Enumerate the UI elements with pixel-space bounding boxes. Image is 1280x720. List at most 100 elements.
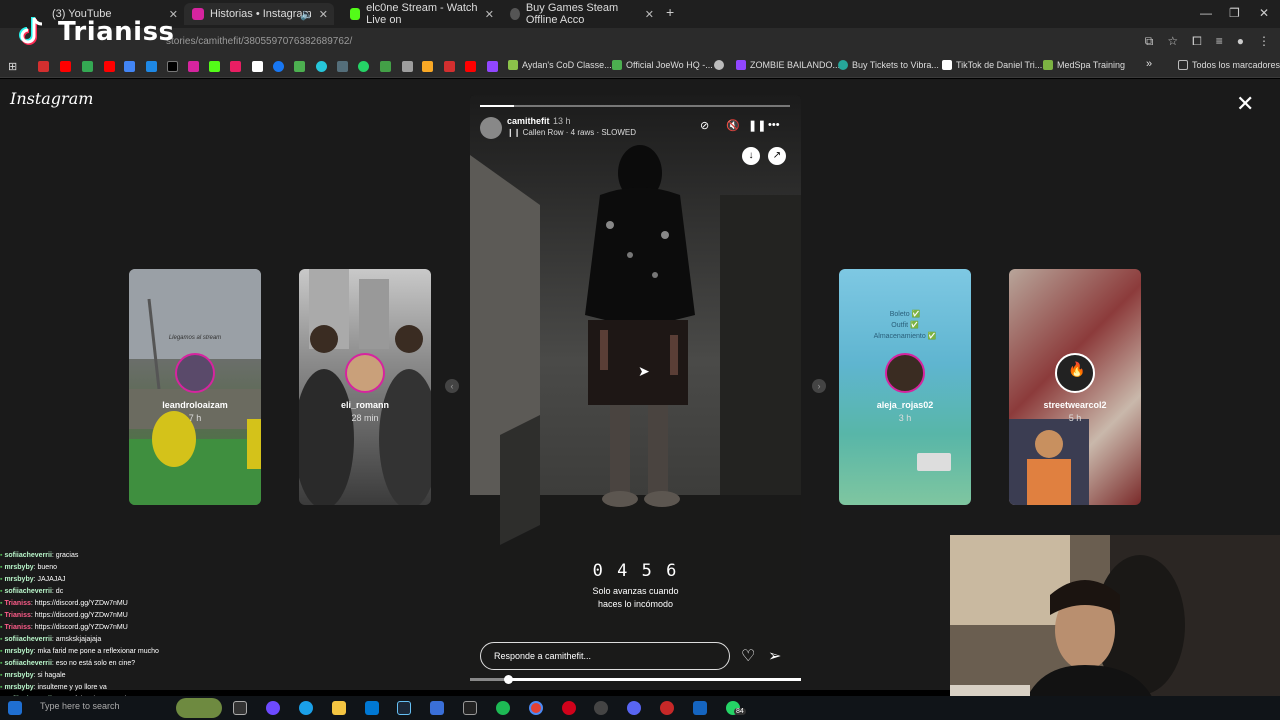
more-options-icon[interactable]: ••• xyxy=(768,119,780,131)
task-view-icon[interactable] xyxy=(233,701,247,715)
bookmark-joewo[interactable]: Official JoeWo HQ -... xyxy=(612,60,713,70)
whatsapp-icon[interactable] xyxy=(358,61,369,72)
bookmark-medspa[interactable]: MedSpa Training xyxy=(1043,60,1125,70)
twitch-icon[interactable] xyxy=(487,61,498,72)
app-icon[interactable] xyxy=(660,701,674,715)
seek-bar-handle[interactable] xyxy=(504,675,513,684)
story-song[interactable]: ❙❙ Callen Row · 4 raws · SLOWED xyxy=(507,128,636,137)
media-icon[interactable]: ≡ xyxy=(1216,34,1223,49)
security-shield-icon[interactable] xyxy=(693,701,707,715)
minimize-icon[interactable]: — xyxy=(1200,6,1212,20)
chat-message: ▪ mrsbyby: mka farid me pone a reflexion… xyxy=(0,646,200,658)
opera-icon[interactable] xyxy=(562,701,576,715)
new-tab-button[interactable]: + xyxy=(666,4,674,20)
store-icon[interactable] xyxy=(430,701,444,715)
extensions-icon[interactable]: ⧠ xyxy=(1192,34,1202,49)
close-tab-icon[interactable]: ✕ xyxy=(485,8,494,21)
pause-icon[interactable]: ❚❚ xyxy=(748,119,766,132)
chat-username: Trianiss xyxy=(4,612,31,619)
weather-widget-icon[interactable] xyxy=(176,698,222,718)
bookmark-tiktok[interactable]: TikTok de Daniel Tri... xyxy=(942,60,1042,70)
bookmark-star-icon[interactable]: ☆ xyxy=(1167,34,1178,49)
avatar[interactable] xyxy=(480,117,502,139)
reply-input[interactable]: Responde a camithefit... xyxy=(480,642,730,670)
captions-off-icon[interactable]: ⊘ xyxy=(700,119,709,132)
more-bookmarks-button[interactable]: » xyxy=(1146,58,1152,70)
share-icon[interactable]: ↗ xyxy=(768,147,786,165)
youtube-icon[interactable] xyxy=(60,61,71,72)
kick-icon[interactable] xyxy=(209,61,220,72)
translate-icon[interactable] xyxy=(124,61,135,72)
bookmark-icon[interactable] xyxy=(294,61,305,72)
video-seek-bar[interactable] xyxy=(470,675,801,684)
next-story-button[interactable]: › xyxy=(812,379,826,393)
mute-icon[interactable]: 🔇 xyxy=(726,119,740,132)
apps-grid-icon[interactable]: ⊞ xyxy=(8,60,17,73)
tab-steam[interactable]: Buy Games Steam Offline Acco ✕ xyxy=(502,2,660,26)
close-icon[interactable]: ✕ xyxy=(1236,93,1254,115)
drive-icon[interactable] xyxy=(146,61,157,72)
tab-kick[interactable]: elc0ne Stream - Watch Live on ✕ xyxy=(342,2,500,26)
send-icon[interactable]: ➢ xyxy=(768,646,781,666)
story-preview-card[interactable]: 🔥 streetwearcol2 5 h xyxy=(1009,269,1141,505)
like-heart-icon[interactable]: ♡ xyxy=(741,646,755,666)
bookmark-icon[interactable] xyxy=(402,61,413,72)
youtube-icon[interactable] xyxy=(465,61,476,72)
gmail-icon[interactable] xyxy=(444,61,455,72)
story-preview-card[interactable]: eli_romann 28 min xyxy=(299,269,431,505)
menu-icon[interactable]: ⋮ xyxy=(1258,34,1270,49)
bookmark-aydan[interactable]: Aydan's CoD Classe... xyxy=(508,60,612,70)
facebook-icon[interactable] xyxy=(273,61,284,72)
x-icon[interactable] xyxy=(167,61,178,72)
profile-icon[interactable]: ● xyxy=(1237,34,1244,49)
chat-message: ▪ Trianiss: https://discord.gg/YZDw7nMU xyxy=(0,610,200,622)
windows-start-icon[interactable] xyxy=(8,701,22,715)
all-bookmarks-folder[interactable]: Todos los marcadores xyxy=(1178,60,1280,70)
restore-icon[interactable]: ❐ xyxy=(1229,6,1240,20)
instagram-icon[interactable] xyxy=(188,61,199,72)
edge-icon[interactable] xyxy=(299,701,313,715)
youtube-icon[interactable] xyxy=(104,61,115,72)
taskbar-search[interactable]: Type here to search xyxy=(40,701,120,711)
url-field[interactable]: stories/camithefit/3805597076382689762/ xyxy=(166,36,352,47)
close-window-icon[interactable]: ✕ xyxy=(1259,6,1269,20)
chrome-icon[interactable] xyxy=(529,701,543,715)
chat-text: si hagale xyxy=(37,672,66,679)
previous-story-button[interactable]: ‹ xyxy=(445,379,459,393)
story-username[interactable]: camithefit xyxy=(507,116,550,126)
install-icon[interactable]: ⧉ xyxy=(1145,34,1154,49)
outlook-icon[interactable] xyxy=(365,701,379,715)
bookmark-vibra[interactable]: Buy Tickets to Vibra... xyxy=(838,60,939,70)
close-tab-icon[interactable]: ✕ xyxy=(645,8,654,21)
bookmark-icon[interactable] xyxy=(230,61,241,72)
bookmark-pin[interactable] xyxy=(714,60,724,70)
obs-icon[interactable] xyxy=(594,701,608,715)
maps-icon[interactable] xyxy=(82,61,93,72)
address-bar-actions: ⧉ ☆ ⧠ ≡ ● ⋮ xyxy=(1145,34,1270,49)
bookmark-icon[interactable] xyxy=(337,61,348,72)
bookmark-zombie[interactable]: ZOMBIE BAILANDO... xyxy=(736,60,840,70)
bookmark-icon[interactable] xyxy=(380,61,391,72)
app-icon[interactable] xyxy=(463,701,477,715)
instagram-logo[interactable]: Instagram xyxy=(10,89,93,108)
bookmarks-bar: ⊞ Aydan's CoD Classe... Official JoeWo H… xyxy=(0,56,1280,78)
chat-username: mrsbyby xyxy=(4,576,34,583)
chat-text: https://discord.gg/YZDw7nMU xyxy=(34,612,128,619)
steam-icon[interactable] xyxy=(397,701,411,715)
bookmark-icon[interactable] xyxy=(422,61,433,72)
spotify-icon[interactable] xyxy=(496,701,510,715)
close-tab-icon[interactable]: ✕ xyxy=(319,8,328,21)
tab-instagram[interactable]: Historias • Instagram 🔈 ✕ xyxy=(184,3,334,25)
bookmark-icon[interactable] xyxy=(316,61,327,72)
story-preview-card[interactable]: Llegamos al stream leandroloaizam 7 h xyxy=(129,269,261,505)
discord-icon[interactable] xyxy=(627,701,641,715)
download-icon[interactable]: ↓ xyxy=(742,147,760,165)
speaker-icon[interactable]: 🔈 xyxy=(300,8,314,21)
file-explorer-icon[interactable] xyxy=(332,701,346,715)
bookmark-icon[interactable] xyxy=(252,61,263,72)
active-story[interactable]: camithefit 13 h ❙❙ Callen Row · 4 raws ·… xyxy=(470,95,801,685)
story-preview-card[interactable]: Boleto ✅ Outfit ✅ Almacenamiento ✅ aleja… xyxy=(839,269,971,505)
copilot-icon[interactable] xyxy=(266,701,280,715)
gmail-icon[interactable] xyxy=(38,61,49,72)
folder-icon xyxy=(1178,60,1188,70)
